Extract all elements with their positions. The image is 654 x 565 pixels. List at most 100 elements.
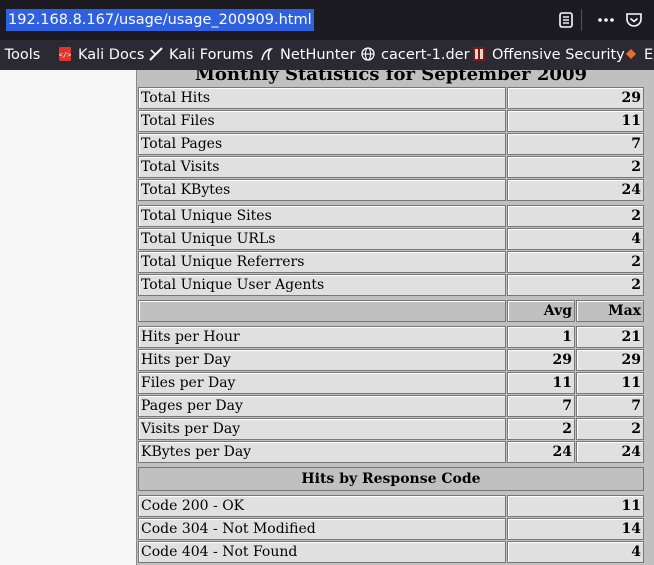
stat-label: Total Unique Referrers [138, 251, 506, 273]
kali-forums-icon [149, 47, 163, 61]
url-bar[interactable]: 192.168.8.167/usage/usage_200909.html [0, 0, 654, 40]
max-value: 21 [576, 326, 644, 348]
table-row: KBytes per Day 24 24 [138, 441, 644, 463]
stat-value: 29 [507, 87, 644, 109]
table-row: Total Pages 7 [138, 133, 644, 155]
stat-value: 2 [507, 205, 644, 227]
page-content: Monthly Statistics for September 2009 To… [0, 70, 654, 565]
stat-label: Total Hits [138, 87, 506, 109]
table-row: Total KBytes 24 [138, 179, 644, 201]
stat-value: 4 [507, 228, 644, 250]
max-value: 24 [576, 441, 644, 463]
report-title: Monthly Statistics for September 2009 [138, 70, 644, 86]
table-row: Total Unique Referrers 2 [138, 251, 644, 273]
bookmark-label: Kali Forums [169, 47, 254, 63]
stat-label: Code 404 - Not Found [138, 541, 506, 563]
stat-label: Hits per Hour [138, 326, 506, 348]
stat-label: Total Files [138, 110, 506, 132]
svg-text:</>: </> [59, 51, 72, 59]
bookmark-kali-forums[interactable]: Kali Forums [149, 40, 253, 70]
url-text[interactable]: 192.168.8.167/usage/usage_200909.html [6, 9, 314, 31]
stat-label: Total Unique User Agents [138, 274, 506, 296]
avg-value: 11 [507, 372, 575, 394]
max-value: 2 [576, 418, 644, 440]
avg-value: 7 [507, 395, 575, 417]
bookmark-label: NetHunter [280, 47, 356, 63]
avg-header: Avg [507, 300, 575, 322]
bookmark-label: cacert-1.der [381, 47, 470, 63]
blank-header [138, 300, 506, 322]
kali-docs-icon: </> [59, 47, 72, 61]
reader-view-icon[interactable] [556, 10, 576, 30]
response-code-header: Hits by Response Code [138, 467, 644, 491]
toolbar-divider [581, 9, 582, 31]
bookmark-cacert[interactable]: cacert-1.der [361, 40, 470, 70]
stat-value: 4 [507, 541, 644, 563]
more-icon[interactable] [596, 10, 616, 30]
table-row: Total Visits 2 [138, 156, 644, 178]
table-row: Code 200 - OK 11 [138, 495, 644, 517]
separator [138, 202, 644, 204]
exploit-db-icon [626, 49, 636, 59]
stat-value: 24 [507, 179, 644, 201]
table-row: Total Files 11 [138, 110, 644, 132]
bookmark-offensive-security[interactable]: Offensive Security [472, 40, 625, 70]
stat-label: Visits per Day [138, 418, 506, 440]
nethunter-icon [261, 47, 274, 61]
offsec-icon [473, 47, 485, 61]
pocket-icon[interactable] [624, 10, 644, 30]
stat-label: Total Unique Sites [138, 205, 506, 227]
stat-label: Files per Day [138, 372, 506, 394]
stat-value: 2 [507, 156, 644, 178]
table-row: Hits per Day 29 29 [138, 349, 644, 371]
stat-value: 2 [507, 274, 644, 296]
bookmark-label: Kali Docs [78, 47, 145, 63]
stat-value: 2 [507, 251, 644, 273]
monthly-statistics-table: Monthly Statistics for September 2009 To… [136, 70, 654, 565]
avg-value: 29 [507, 349, 575, 371]
max-value: 11 [576, 372, 644, 394]
bookmark-kali-docs[interactable]: </> Kali Docs [58, 40, 144, 70]
bookmark-label: i Tools [0, 47, 41, 63]
stat-value: 14 [507, 518, 644, 540]
stat-label: Total Unique URLs [138, 228, 506, 250]
response-code-header-row: Hits by Response Code [138, 467, 644, 491]
max-header: Max [576, 300, 644, 322]
table-row: Code 304 - Not Modified 14 [138, 518, 644, 540]
bookmark-label: Ex [644, 47, 654, 63]
bookmark-exploit-db[interactable]: Ex [624, 40, 654, 70]
avg-value: 24 [507, 441, 575, 463]
table-row: Total Hits 29 [138, 87, 644, 109]
table-row: Pages per Day 7 7 [138, 395, 644, 417]
stat-label: KBytes per Day [138, 441, 506, 463]
stat-value: 11 [507, 495, 644, 517]
table-row: Total Unique URLs 4 [138, 228, 644, 250]
stat-label: Total KBytes [138, 179, 506, 201]
table-row: Hits per Hour 1 21 [138, 326, 644, 348]
max-value: 29 [576, 349, 644, 371]
bookmark-nethunter[interactable]: NetHunter [260, 40, 355, 70]
stat-label: Total Pages [138, 133, 506, 155]
globe-icon [361, 47, 375, 61]
separator [138, 323, 644, 325]
table-row: Code 404 - Not Found 4 [138, 541, 644, 563]
stat-label: Pages per Day [138, 395, 506, 417]
table-row: Total Unique Sites 2 [138, 205, 644, 227]
separator [138, 464, 644, 466]
table-row: Total Unique User Agents 2 [138, 274, 644, 296]
max-value: 7 [576, 395, 644, 417]
bookmark-kali-tools[interactable]: i Tools [0, 40, 40, 70]
bookmark-label: Offensive Security [492, 47, 625, 63]
avg-max-header-row: Avg Max [138, 300, 644, 322]
avg-value: 1 [507, 326, 575, 348]
separator [138, 492, 644, 494]
stat-label: Hits per Day [138, 349, 506, 371]
table-row: Files per Day 11 11 [138, 372, 644, 394]
stat-label: Total Visits [138, 156, 506, 178]
separator [138, 297, 644, 299]
stat-label: Code 304 - Not Modified [138, 518, 506, 540]
stat-value: 7 [507, 133, 644, 155]
bookmarks-toolbar: i Tools </> Kali Docs Kali Forums NetHun… [0, 40, 654, 70]
stat-label: Code 200 - OK [138, 495, 506, 517]
table-row: Visits per Day 2 2 [138, 418, 644, 440]
